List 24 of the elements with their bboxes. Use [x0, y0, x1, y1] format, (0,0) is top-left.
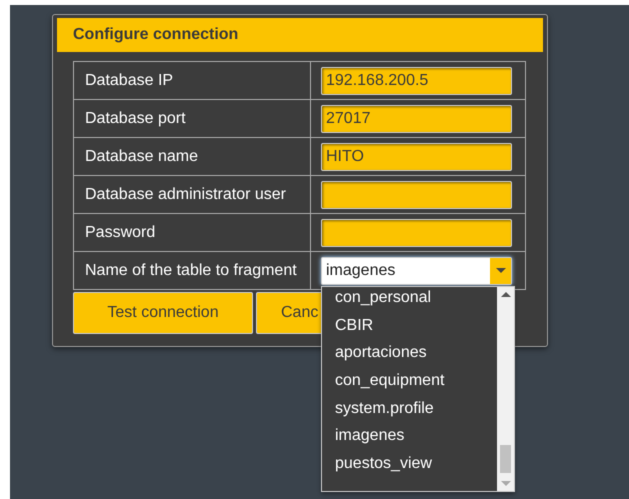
scrollbar[interactable]	[497, 287, 514, 491]
field-label: Password	[74, 214, 310, 252]
field-label: Name of the table to fragment	[74, 252, 310, 290]
test-connection-button[interactable]: Test connection	[73, 292, 253, 334]
dialog-title: Configure connection	[57, 18, 543, 52]
password-field[interactable]	[321, 218, 512, 246]
field-label: Database name	[74, 138, 310, 176]
dropdown-option[interactable]: con_personal	[322, 287, 498, 315]
field-label: Database port	[74, 100, 310, 138]
dropdown-option[interactable]: CBIR	[322, 314, 498, 342]
input-field[interactable]: 27017	[321, 104, 512, 132]
field-label: Database administrator user	[74, 176, 310, 214]
dropdown-option[interactable]: puestos_view	[322, 453, 498, 481]
select-field[interactable]: imagenes	[321, 256, 512, 284]
dropdown-option[interactable]: system.profile	[322, 398, 498, 426]
input-field[interactable]: HITO	[321, 142, 512, 170]
caret-icon	[496, 268, 506, 274]
dropdown-option[interactable]: con_equipment	[322, 370, 498, 398]
input-field[interactable]	[321, 180, 512, 208]
field-label: Database IP	[74, 62, 310, 100]
dropdown-option[interactable]: aportaciones	[322, 342, 498, 370]
dropdown-option[interactable]: imagenes	[322, 425, 498, 454]
cancel-button[interactable]: Canc	[256, 292, 321, 334]
input-field[interactable]: 192.168.200.5	[321, 66, 512, 94]
